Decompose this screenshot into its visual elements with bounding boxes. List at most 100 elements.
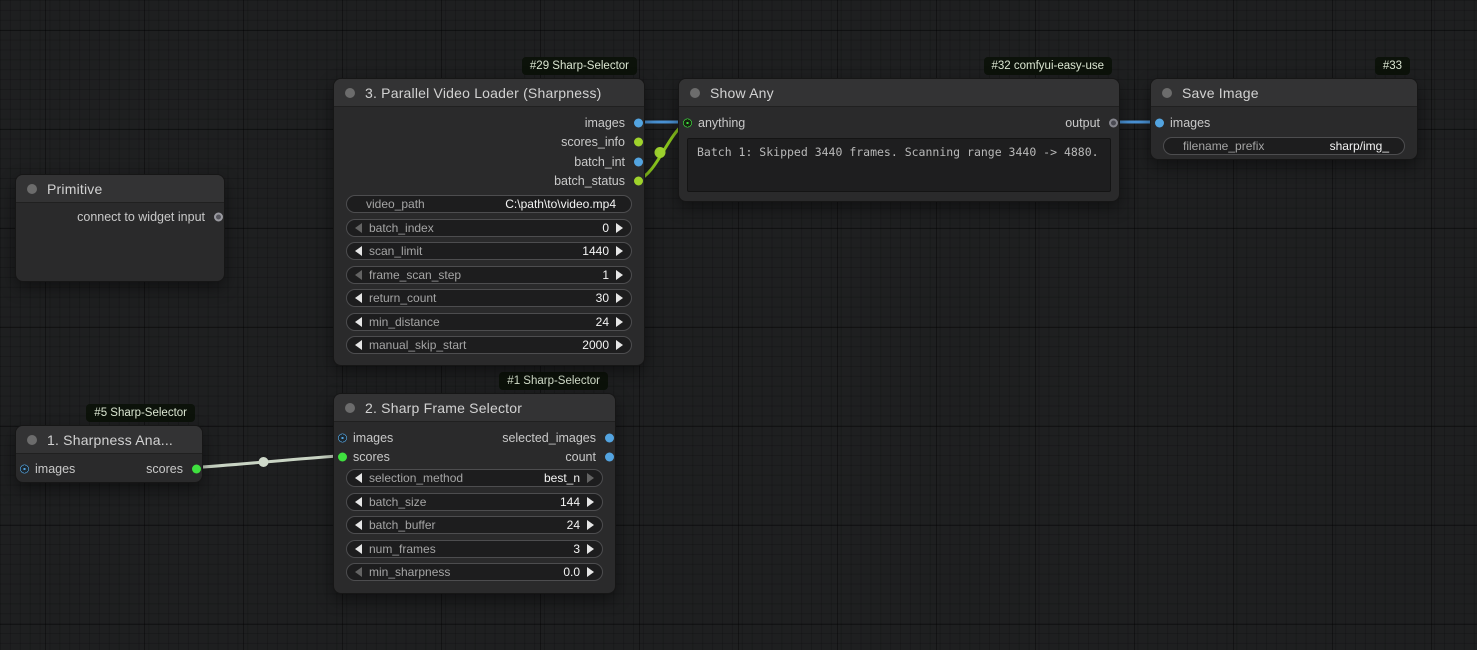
widget-video-path[interactable]: video_path C:\path\to\video.mp4	[346, 195, 632, 213]
node-title: Primitive	[47, 181, 102, 197]
output-slot-label: scores	[146, 462, 183, 476]
output-slot-label: output	[1065, 116, 1100, 130]
link-midpoint-dot	[655, 147, 666, 158]
output-slot-label: batch_status	[554, 174, 625, 188]
output-slot-batch-status[interactable]: batch_status	[334, 172, 644, 192]
output-dot[interactable]	[1109, 118, 1118, 127]
node-save-image-header[interactable]: Save Image	[1151, 79, 1417, 107]
widget-num-frames[interactable]: num_frames 3	[346, 540, 603, 558]
node-primitive-header[interactable]: Primitive	[16, 175, 224, 203]
widget-return-count[interactable]: return_count 30	[346, 289, 632, 307]
collapse-dot-icon[interactable]	[1162, 88, 1172, 98]
increment-arrow-icon[interactable]	[616, 317, 623, 327]
collapse-dot-icon[interactable]	[345, 403, 355, 413]
show-any-text-display: Batch 1: Skipped 3440 frames. Scanning r…	[687, 138, 1111, 192]
input-dot[interactable]	[338, 433, 347, 442]
input-dot[interactable]	[1155, 118, 1164, 127]
node-analyzer-header[interactable]: 1. Sharpness Ana...	[16, 426, 202, 454]
node-show-any[interactable]: Show Any anything output Batch 1: Skippe…	[678, 78, 1120, 202]
widget-value: 30	[596, 291, 609, 305]
output-dot[interactable]	[192, 464, 201, 473]
node-title: Show Any	[710, 85, 774, 101]
output-slot-scores-info[interactable]: scores_info	[334, 133, 644, 153]
output-slot-label: images	[585, 116, 625, 130]
increment-arrow-icon[interactable]	[587, 567, 594, 577]
widget-label: video_path	[366, 197, 505, 211]
decrement-arrow-icon[interactable]	[355, 246, 362, 256]
widget-selection-method[interactable]: selection_method best_n	[346, 469, 603, 487]
node-primitive[interactable]: Primitive connect to widget input	[15, 174, 225, 282]
increment-arrow-icon[interactable]	[616, 270, 623, 280]
decrement-arrow-icon[interactable]	[355, 293, 362, 303]
output-slot-label: selected_images	[502, 431, 596, 445]
input-slot-label: images	[35, 462, 75, 476]
widget-min-sharpness[interactable]: min_sharpness 0.0	[346, 563, 603, 581]
output-slot-connect-to-widget-input[interactable]: connect to widget input	[16, 207, 224, 227]
increment-arrow-icon[interactable]	[587, 520, 594, 530]
widget-batch-index[interactable]: batch_index 0	[346, 219, 632, 237]
node-save-image[interactable]: Save Image images filename_prefix sharp/…	[1150, 78, 1418, 160]
output-slot-label: count	[565, 450, 596, 464]
collapse-dot-icon[interactable]	[345, 88, 355, 98]
widget-min-distance[interactable]: min_distance 24	[346, 313, 632, 331]
widget-value: 3	[573, 542, 580, 556]
collapse-dot-icon[interactable]	[27, 435, 37, 445]
decrement-arrow-icon[interactable]	[355, 497, 362, 507]
decrement-arrow-icon[interactable]	[355, 270, 362, 280]
slot-row-images-scores: images scores	[16, 459, 202, 479]
node-graph-canvas[interactable]: #29 Sharp-Selector #32 comfyui-easy-use …	[0, 0, 1477, 650]
increment-arrow-icon[interactable]	[616, 246, 623, 256]
widget-label: batch_buffer	[369, 518, 567, 532]
node-show-any-header[interactable]: Show Any	[679, 79, 1119, 107]
decrement-arrow-icon[interactable]	[355, 317, 362, 327]
node-sharp-frame-selector[interactable]: 2. Sharp Frame Selector images selected_…	[333, 393, 616, 594]
increment-arrow-icon[interactable]	[587, 473, 594, 483]
link-midpoint-dot	[259, 457, 269, 467]
output-dot[interactable]	[605, 433, 614, 442]
output-dot[interactable]	[214, 212, 223, 221]
widget-label: batch_index	[369, 221, 602, 235]
output-dot[interactable]	[634, 118, 643, 127]
decrement-arrow-icon[interactable]	[355, 544, 362, 554]
input-slot-label: images	[1170, 116, 1210, 130]
output-dot[interactable]	[605, 453, 614, 462]
widget-label: num_frames	[369, 542, 573, 556]
output-slot-batch-int[interactable]: batch_int	[334, 152, 644, 172]
increment-arrow-icon[interactable]	[616, 293, 623, 303]
widget-frame-scan-step[interactable]: frame_scan_step 1	[346, 266, 632, 284]
decrement-arrow-icon[interactable]	[355, 473, 362, 483]
widget-batch-buffer[interactable]: batch_buffer 24	[346, 516, 603, 534]
output-dot[interactable]	[634, 177, 643, 186]
output-slot-label: batch_int	[574, 155, 625, 169]
widget-filename-prefix[interactable]: filename_prefix sharp/img_	[1163, 137, 1405, 155]
input-dot[interactable]	[683, 118, 692, 127]
decrement-arrow-icon[interactable]	[355, 340, 362, 350]
widget-manual-skip-start[interactable]: manual_skip_start 2000	[346, 336, 632, 354]
widget-label: min_distance	[369, 315, 596, 329]
increment-arrow-icon[interactable]	[616, 223, 623, 233]
output-dot[interactable]	[634, 157, 643, 166]
output-slot-images[interactable]: images	[334, 113, 644, 133]
decrement-arrow-icon[interactable]	[355, 520, 362, 530]
widget-batch-size[interactable]: batch_size 144	[346, 493, 603, 511]
node-sharpness-analyzer[interactable]: 1. Sharpness Ana... images scores	[15, 425, 203, 483]
collapse-dot-icon[interactable]	[690, 88, 700, 98]
node-parallel-video-loader[interactable]: 3. Parallel Video Loader (Sharpness) ima…	[333, 78, 645, 366]
collapse-dot-icon[interactable]	[27, 184, 37, 194]
node-selector-header[interactable]: 2. Sharp Frame Selector	[334, 394, 615, 422]
output-dot[interactable]	[634, 138, 643, 147]
widget-scan-limit[interactable]: scan_limit 1440	[346, 242, 632, 260]
input-slot-images[interactable]: images	[1151, 113, 1417, 133]
decrement-arrow-icon[interactable]	[355, 223, 362, 233]
increment-arrow-icon[interactable]	[616, 340, 623, 350]
node-title: 3. Parallel Video Loader (Sharpness)	[365, 85, 602, 101]
input-dot[interactable]	[338, 453, 347, 462]
increment-arrow-icon[interactable]	[587, 497, 594, 507]
node-loader-header[interactable]: 3. Parallel Video Loader (Sharpness)	[334, 79, 644, 107]
node-title: 2. Sharp Frame Selector	[365, 400, 522, 416]
widget-label: manual_skip_start	[369, 338, 582, 352]
input-dot[interactable]	[20, 464, 29, 473]
widget-label: batch_size	[369, 495, 560, 509]
increment-arrow-icon[interactable]	[587, 544, 594, 554]
decrement-arrow-icon[interactable]	[355, 567, 362, 577]
